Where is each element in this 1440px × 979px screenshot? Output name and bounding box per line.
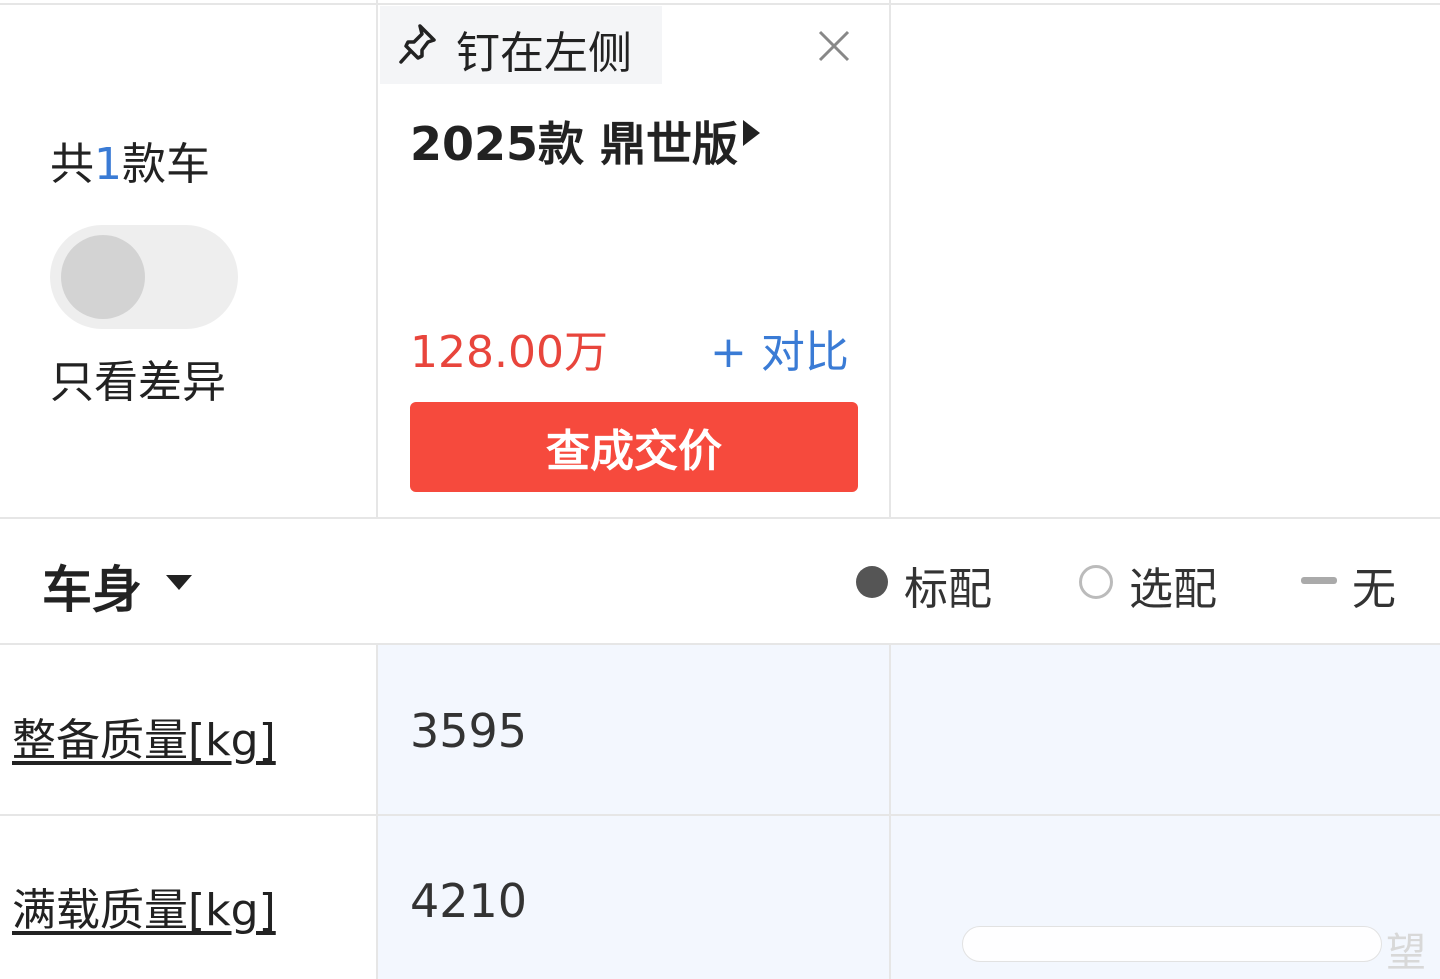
count-prefix: 共 <box>50 139 94 190</box>
watermark-text: 望 <box>1386 930 1426 976</box>
pin-left-label[interactable]: 钉在左侧 <box>456 17 632 81</box>
car-model-name[interactable]: 2025款 鼎世版 <box>410 108 738 174</box>
watermark-bar <box>962 926 1382 962</box>
header-bottom-border <box>0 517 1440 519</box>
toggle-knob[interactable] <box>61 235 145 319</box>
count-number: 1 <box>94 139 122 190</box>
none-dash-icon <box>1301 577 1337 584</box>
row-value-gross-weight: 4210 <box>410 874 528 928</box>
add-compare-button[interactable]: + 对比 <box>710 316 849 380</box>
caret-down-icon[interactable] <box>166 575 192 590</box>
legend-none: 无 <box>1352 564 1396 615</box>
optional-circle-icon <box>1079 565 1113 599</box>
legend-standard: 标配 <box>904 564 992 615</box>
row-divider-right <box>889 645 891 979</box>
section-title[interactable]: 车身 <box>42 550 142 622</box>
header-divider-right <box>889 0 891 518</box>
check-deal-price-button[interactable]: 查成交价 <box>410 402 858 492</box>
row-label-curb-weight[interactable]: 整备质量[kg] <box>12 704 276 768</box>
only-diff-label: 只看差异 <box>50 357 226 408</box>
standard-dot-icon <box>856 566 888 598</box>
table-row <box>378 645 1440 814</box>
row-label-gross-weight[interactable]: 满载质量[kg] <box>12 874 276 938</box>
legend-optional: 选配 <box>1129 564 1217 615</box>
header-divider-left <box>376 0 378 518</box>
row-divider-left <box>376 645 378 979</box>
top-border <box>0 3 1440 5</box>
pin-icon[interactable] <box>398 22 438 66</box>
row-border <box>0 814 1440 816</box>
close-icon[interactable] <box>814 26 854 66</box>
caret-right-icon[interactable] <box>743 120 760 146</box>
car-count: 共1款车 <box>50 128 210 192</box>
row-value-curb-weight: 3595 <box>410 704 528 758</box>
car-price: 128.00万 <box>410 327 608 378</box>
count-suffix: 款车 <box>122 139 210 190</box>
